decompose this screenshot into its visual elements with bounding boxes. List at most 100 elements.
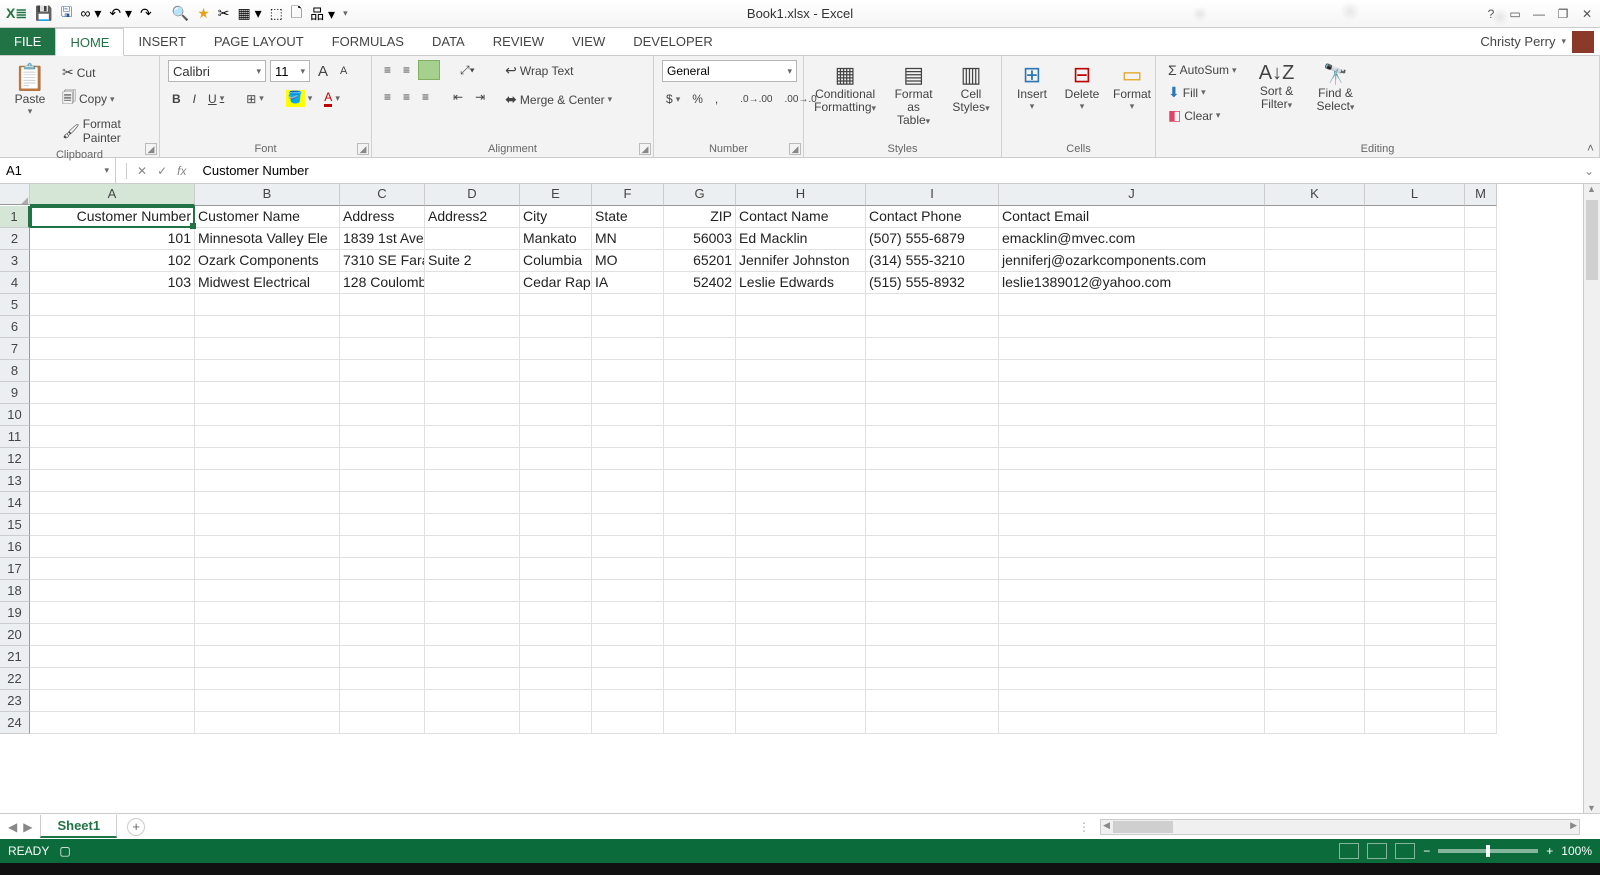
- cell[interactable]: [520, 536, 592, 558]
- cell[interactable]: [592, 338, 664, 360]
- enter-formula-icon[interactable]: ✓: [157, 164, 167, 178]
- page-break-view-icon[interactable]: [1395, 843, 1415, 859]
- cell[interactable]: [340, 382, 425, 404]
- cell[interactable]: [1465, 338, 1497, 360]
- cell[interactable]: [1365, 514, 1465, 536]
- decrease-indent-icon[interactable]: ⇤: [449, 88, 467, 106]
- cell[interactable]: [425, 448, 520, 470]
- cell[interactable]: [520, 646, 592, 668]
- cell[interactable]: [520, 448, 592, 470]
- cell[interactable]: [1465, 624, 1497, 646]
- cell[interactable]: [736, 558, 866, 580]
- cell[interactable]: 101: [30, 228, 195, 250]
- cell[interactable]: [30, 646, 195, 668]
- cell[interactable]: [195, 316, 340, 338]
- cell[interactable]: [340, 712, 425, 734]
- cell[interactable]: [592, 448, 664, 470]
- row-header[interactable]: 9: [0, 382, 30, 404]
- qat-customize-icon[interactable]: ▾: [343, 8, 348, 19]
- zoom-out-icon[interactable]: −: [1423, 844, 1430, 858]
- cell[interactable]: [520, 316, 592, 338]
- macro-record-icon[interactable]: ▢: [59, 844, 70, 858]
- name-box[interactable]: A1▾: [0, 158, 116, 183]
- cell[interactable]: [425, 426, 520, 448]
- cell[interactable]: [425, 580, 520, 602]
- column-header[interactable]: D: [425, 184, 520, 206]
- cell[interactable]: [425, 404, 520, 426]
- cell[interactable]: [1365, 448, 1465, 470]
- hierarchy-icon[interactable]: 品 ▾: [310, 4, 335, 24]
- cell[interactable]: [736, 580, 866, 602]
- cell[interactable]: [30, 536, 195, 558]
- cell[interactable]: [30, 382, 195, 404]
- row-header[interactable]: 22: [0, 668, 30, 690]
- cell[interactable]: [736, 712, 866, 734]
- cell[interactable]: [195, 360, 340, 382]
- cell[interactable]: [520, 558, 592, 580]
- cell[interactable]: [999, 558, 1265, 580]
- cell-styles-button[interactable]: ▥ CellStyles▾: [949, 60, 993, 117]
- cell[interactable]: [592, 470, 664, 492]
- cell[interactable]: [1365, 690, 1465, 712]
- tab-developer[interactable]: DEVELOPER: [619, 28, 726, 55]
- cell[interactable]: [425, 382, 520, 404]
- save-as-icon[interactable]: 🖫: [61, 2, 73, 26]
- tab-data[interactable]: DATA: [418, 28, 479, 55]
- cell[interactable]: [1265, 712, 1365, 734]
- user-dropdown-icon[interactable]: ▾: [1561, 36, 1566, 47]
- row-header[interactable]: 17: [0, 558, 30, 580]
- cell[interactable]: [425, 272, 520, 294]
- cell[interactable]: [664, 294, 736, 316]
- cell[interactable]: [1265, 646, 1365, 668]
- number-dialog-launcher[interactable]: ◢: [789, 143, 801, 155]
- cell[interactable]: [1365, 558, 1465, 580]
- cell[interactable]: [736, 316, 866, 338]
- cell[interactable]: [1365, 536, 1465, 558]
- cell[interactable]: [195, 624, 340, 646]
- column-header[interactable]: E: [520, 184, 592, 206]
- column-header[interactable]: J: [999, 184, 1265, 206]
- cell[interactable]: [736, 338, 866, 360]
- row-header[interactable]: 7: [0, 338, 30, 360]
- cell[interactable]: [999, 646, 1265, 668]
- row-header[interactable]: 6: [0, 316, 30, 338]
- row-header[interactable]: 13: [0, 470, 30, 492]
- copy-button[interactable]: 🗐Copy▾: [58, 85, 151, 113]
- cell[interactable]: 102: [30, 250, 195, 272]
- cell[interactable]: [736, 536, 866, 558]
- cell[interactable]: [1265, 668, 1365, 690]
- cell[interactable]: [866, 536, 999, 558]
- cell[interactable]: [195, 382, 340, 404]
- cell[interactable]: 7310 SE Fara: [340, 250, 425, 272]
- cell[interactable]: [999, 470, 1265, 492]
- cell[interactable]: [195, 426, 340, 448]
- cell[interactable]: [195, 514, 340, 536]
- cut-button[interactable]: ✂Cut: [58, 62, 151, 83]
- cell[interactable]: [195, 558, 340, 580]
- row-header[interactable]: 8: [0, 360, 30, 382]
- cell[interactable]: [1465, 690, 1497, 712]
- cell[interactable]: [425, 646, 520, 668]
- cell[interactable]: [425, 514, 520, 536]
- cell[interactable]: [866, 602, 999, 624]
- cell[interactable]: [736, 668, 866, 690]
- cell[interactable]: [999, 382, 1265, 404]
- font-name-box[interactable]: Calibri▾: [168, 60, 266, 82]
- cell[interactable]: [1465, 514, 1497, 536]
- cell[interactable]: State: [592, 206, 664, 228]
- cell[interactable]: 56003: [664, 228, 736, 250]
- cell[interactable]: [866, 558, 999, 580]
- help-icon[interactable]: ?: [1482, 5, 1500, 23]
- cell[interactable]: [999, 448, 1265, 470]
- cell[interactable]: [736, 448, 866, 470]
- cell[interactable]: [664, 558, 736, 580]
- row-header[interactable]: 12: [0, 448, 30, 470]
- cell[interactable]: [30, 668, 195, 690]
- cell[interactable]: Contact Name: [736, 206, 866, 228]
- cell[interactable]: [999, 294, 1265, 316]
- row-header[interactable]: 10: [0, 404, 30, 426]
- cell[interactable]: [736, 624, 866, 646]
- cell[interactable]: [30, 448, 195, 470]
- cell[interactable]: [340, 580, 425, 602]
- cell[interactable]: [30, 690, 195, 712]
